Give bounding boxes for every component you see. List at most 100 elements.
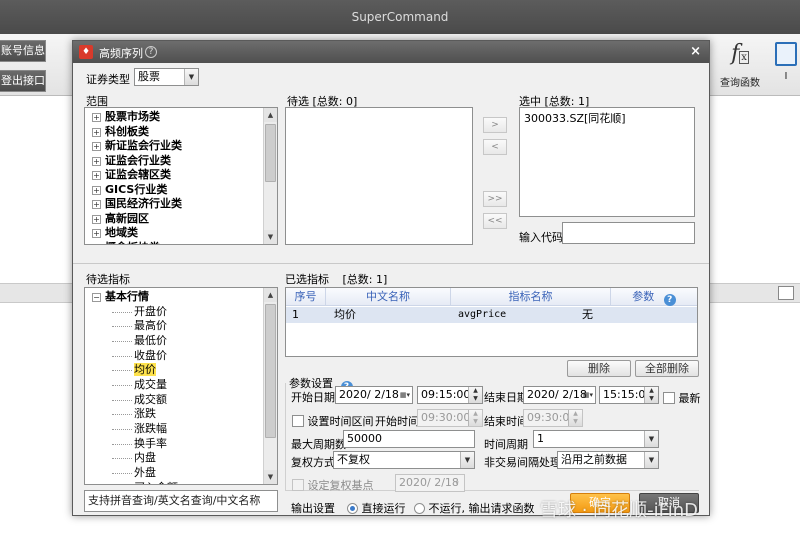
column-header[interactable]: 中文名称 bbox=[326, 288, 451, 306]
end-date-picker[interactable]: 2020/ 2/18 ▦▾ bbox=[523, 386, 596, 404]
indicator-item[interactable]: 均价 bbox=[85, 363, 263, 378]
help-icon[interactable]: ? bbox=[663, 294, 676, 306]
end-time-spinner[interactable]: 15:15:00 ▲ ▼ bbox=[599, 386, 659, 404]
adjust-base-date-picker[interactable]: 2020/ 2/18 ▾ bbox=[395, 474, 465, 492]
adjust-select[interactable]: 不复权 ▼ bbox=[333, 451, 475, 469]
range-start-label: 开始时间 bbox=[375, 415, 419, 428]
expand-icon[interactable]: + bbox=[92, 185, 101, 195]
scroll-thumb[interactable] bbox=[265, 124, 276, 182]
scroll-down-icon[interactable]: ▼ bbox=[264, 470, 277, 484]
expand-icon[interactable]: + bbox=[92, 142, 101, 151]
range-start-spinner[interactable]: 09:30:00 ▲ ▼ bbox=[417, 409, 483, 427]
expand-icon[interactable]: + bbox=[92, 243, 101, 244]
latest-option[interactable]: 最新 bbox=[663, 390, 701, 406]
row-param: 无 bbox=[582, 308, 593, 321]
indicator-search-input[interactable]: 支持拼音查询/英文名查询/中文名称 bbox=[84, 490, 278, 512]
scope-tree-item[interactable]: + 证监会行业类 bbox=[85, 154, 263, 169]
scope-tree-item[interactable]: + 新证监会行业类 bbox=[85, 139, 263, 154]
column-header[interactable]: 序号 bbox=[286, 288, 326, 306]
scope-tree-item[interactable]: + 地域类 bbox=[85, 226, 263, 241]
indicator-item[interactable]: 开盘价 bbox=[85, 305, 263, 320]
account-info-button[interactable]: 账号信息 bbox=[0, 40, 46, 62]
range-end-spinner[interactable]: 09:30:00 ▲ ▼ bbox=[523, 409, 583, 427]
start-date-picker[interactable]: 2020/ 2/18 ▦▾ bbox=[335, 386, 413, 404]
scope-tree-item[interactable]: + 科创板类 bbox=[85, 125, 263, 140]
column-header-param[interactable]: 参数 ? bbox=[611, 288, 697, 306]
expand-icon[interactable]: + bbox=[92, 214, 101, 224]
ribbon-overflow-button[interactable]: I bbox=[772, 38, 800, 90]
indicator-item[interactable]: 收盘价 bbox=[85, 349, 263, 364]
scope-tree-item-label: 概念板块类 bbox=[105, 241, 160, 245]
selected-list[interactable]: 300033.SZ[同花顺] bbox=[519, 107, 695, 217]
indicator-item[interactable]: 成交量 bbox=[85, 378, 263, 393]
indicator-item[interactable]: 涨跌 bbox=[85, 407, 263, 422]
indicator-item[interactable]: 最高价 bbox=[85, 319, 263, 334]
panel-toggle-icon[interactable] bbox=[778, 286, 794, 300]
expand-icon[interactable]: + bbox=[92, 171, 101, 180]
delete-button[interactable]: 删除 bbox=[567, 360, 631, 377]
expand-icon[interactable]: + bbox=[92, 229, 101, 238]
indicator-item[interactable]: 换手率 bbox=[85, 437, 263, 452]
logout-button[interactable]: 登出接口 bbox=[0, 70, 46, 92]
scope-tree-item[interactable]: + 概念板块类 bbox=[85, 241, 263, 245]
indicator-item[interactable]: 涨跌幅 bbox=[85, 422, 263, 437]
indicator-item[interactable]: 最低价 bbox=[85, 334, 263, 349]
indicator-tree[interactable]: −基本行情 开盘价最高价最低价收盘价均价成交量成交额涨跌涨跌幅换手率内盘外盘买入… bbox=[84, 287, 278, 485]
scope-tree-item[interactable]: + 高新园区 bbox=[85, 212, 263, 227]
row-code: avgPrice bbox=[458, 309, 507, 320]
indicator-scrollbar[interactable]: ▲ ▼ bbox=[263, 288, 277, 484]
expand-icon[interactable]: + bbox=[92, 200, 101, 209]
scope-tree-item[interactable]: + 证监会辖区类 bbox=[85, 168, 263, 183]
scope-tree-item-label: 股票市场类 bbox=[105, 110, 160, 123]
close-icon[interactable]: × bbox=[690, 44, 701, 59]
security-type-select[interactable]: 股票 ▼ bbox=[134, 68, 199, 86]
add-button[interactable]: > bbox=[483, 117, 507, 133]
spinner-icon: ▲ ▼ bbox=[568, 410, 582, 426]
chosen-table[interactable]: 序号 中文名称 指标名称 参数 ? 1 均价 avgPrice 无 bbox=[285, 287, 698, 357]
adjust-base-option[interactable]: 设定复权基点 bbox=[292, 477, 374, 493]
scroll-thumb[interactable] bbox=[265, 304, 276, 438]
remove-all-button[interactable]: << bbox=[483, 213, 507, 229]
pending-list[interactable] bbox=[285, 107, 473, 245]
start-time-spinner[interactable]: 09:15:00 ▲ ▼ bbox=[417, 386, 483, 404]
adjust-base-checkbox[interactable] bbox=[292, 479, 304, 491]
no-run-radio[interactable] bbox=[414, 503, 425, 514]
expand-icon[interactable]: + bbox=[92, 156, 101, 166]
max-periods-input[interactable]: 50000 bbox=[343, 430, 475, 448]
scope-tree-item[interactable]: + GICS行业类 bbox=[85, 183, 263, 198]
remove-button[interactable]: < bbox=[483, 139, 507, 155]
delete-all-button[interactable]: 全部删除 bbox=[635, 360, 699, 377]
input-code-field[interactable] bbox=[562, 222, 695, 244]
collapse-icon[interactable]: − bbox=[92, 293, 101, 302]
end-date-label: 结束日期 bbox=[484, 391, 528, 404]
latest-checkbox[interactable] bbox=[663, 392, 675, 404]
non-trading-select[interactable]: 沿用之前数据 ▼ bbox=[557, 451, 659, 469]
time-range-option[interactable]: 设置时间区间 bbox=[292, 413, 374, 429]
scope-tree-item[interactable]: + 国民经济行业类 bbox=[85, 197, 263, 212]
scope-scrollbar[interactable]: ▲ ▼ bbox=[263, 108, 277, 244]
query-function-button[interactable]: fx 查询函数 bbox=[714, 40, 766, 90]
indicator-item[interactable]: 买入金额 bbox=[85, 481, 263, 484]
indicator-item[interactable]: 外盘 bbox=[85, 466, 263, 481]
scroll-up-icon[interactable]: ▲ bbox=[264, 108, 277, 122]
expand-icon[interactable]: + bbox=[92, 127, 101, 137]
indicator-item[interactable]: 内盘 bbox=[85, 451, 263, 466]
help-icon[interactable]: ? bbox=[145, 46, 157, 58]
scope-tree[interactable]: + 股票市场类 + 科创板类 + 新证监会行业类 + 证监会行业类 + 证监会辖区类 + GICS行业… bbox=[84, 107, 278, 245]
add-all-button[interactable]: >> bbox=[483, 191, 507, 207]
run-direct-radio[interactable] bbox=[347, 503, 358, 514]
scroll-down-icon[interactable]: ▼ bbox=[264, 230, 277, 244]
run-direct-option[interactable]: 直接运行 bbox=[347, 500, 406, 516]
input-code-label: 输入代码 bbox=[519, 231, 563, 244]
column-header[interactable]: 指标名称 bbox=[451, 288, 611, 306]
time-range-checkbox[interactable] bbox=[292, 415, 304, 427]
expand-icon[interactable]: + bbox=[92, 113, 101, 122]
no-run-option[interactable]: 不运行, 输出请求函数 bbox=[414, 500, 535, 516]
selected-item[interactable]: 300033.SZ[同花顺] bbox=[520, 108, 694, 128]
indicator-item[interactable]: 成交额 bbox=[85, 393, 263, 408]
scroll-up-icon[interactable]: ▲ bbox=[264, 288, 277, 302]
time-period-select[interactable]: 1 ▼ bbox=[533, 430, 659, 448]
scope-tree-item[interactable]: + 股票市场类 bbox=[85, 110, 263, 125]
indicator-group[interactable]: − 基本行情 bbox=[85, 290, 263, 305]
table-row[interactable]: 1 均价 avgPrice 无 bbox=[286, 307, 697, 323]
